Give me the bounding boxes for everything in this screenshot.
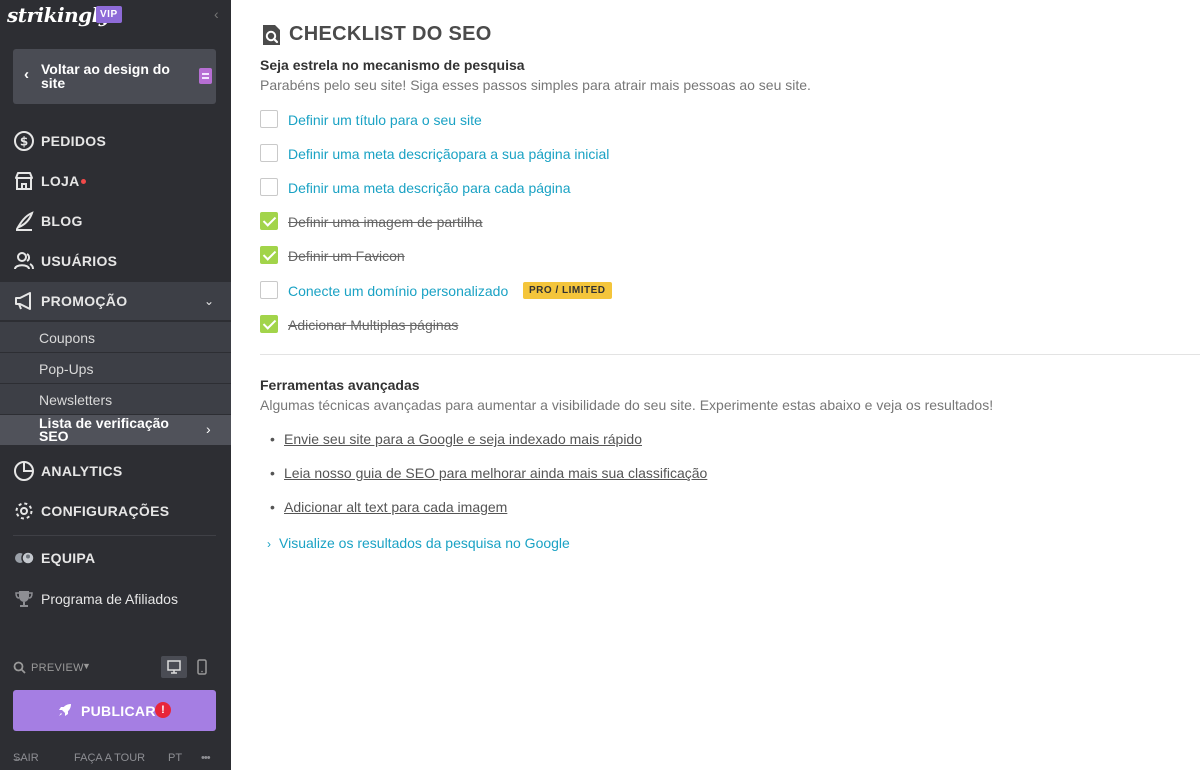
checkbox[interactable] (260, 281, 278, 299)
checklist-label-done: Adicionar Multiplas páginas (288, 317, 459, 333)
advanced-description: Algumas técnicas avançadas para aumentar… (260, 397, 994, 413)
nav-item-loja[interactable]: LOJA (0, 162, 231, 200)
sub-item-label: Coupons (39, 330, 96, 346)
sub-item-newsletters[interactable]: Newsletters (0, 384, 231, 414)
notification-dot (81, 179, 86, 184)
megaphone-icon (13, 290, 35, 312)
nav-item-afiliados[interactable]: Programa de Afiliados (0, 580, 231, 618)
pie-chart-icon (13, 460, 35, 482)
nav-label: CONFIGURAÇÕES (41, 503, 170, 519)
sub-item-popups[interactable]: Pop-Ups (0, 353, 231, 383)
section-description: Parabéns pelo seu site! Siga esses passo… (260, 77, 811, 93)
page-title: CHECKLIST DO SEO (289, 23, 492, 45)
mobile-icon (197, 659, 207, 675)
gear-icon (13, 500, 35, 522)
language-selector[interactable]: PT (168, 752, 182, 764)
nav-item-pedidos[interactable]: $ PEDIDOS (0, 122, 231, 160)
collapse-sidebar-icon[interactable]: ‹ (214, 6, 219, 22)
nav-item-promocao[interactable]: PROMOÇÃO ⌄ (0, 282, 231, 320)
sidebar: strikingly VIP ‹ ‹ Voltar ao design do s… (0, 0, 231, 770)
desktop-icon (167, 660, 181, 674)
checklist-link[interactable]: Definir um título para o seu site (288, 112, 482, 128)
advanced-link-text[interactable]: Envie seu site para a Google e seja inde… (284, 431, 642, 447)
chevron-left-icon: ‹ (24, 66, 29, 83)
pro-limited-badge: PRO / LIMITED (523, 282, 612, 299)
advanced-heading: Ferramentas avançadas (260, 377, 420, 393)
trophy-icon (13, 588, 35, 610)
page-document-icon (199, 68, 212, 84)
chevron-right-icon: › (206, 421, 211, 437)
search-icon (13, 661, 26, 674)
bullet: • (270, 431, 275, 447)
nav-label: Programa de Afiliados (41, 591, 178, 607)
back-to-design-button[interactable]: ‹ Voltar ao design do site (13, 49, 216, 104)
checkbox[interactable] (260, 110, 278, 128)
nav-item-blog[interactable]: BLOG (0, 202, 231, 240)
sign-out-label: SAIR (13, 752, 39, 764)
checkbox-checked[interactable] (260, 246, 278, 264)
rocket-icon (59, 704, 71, 716)
sidebar-divider (13, 535, 216, 536)
bullet: • (270, 465, 275, 481)
nav-label: EQUIPA (41, 550, 96, 566)
checkbox[interactable] (260, 178, 278, 196)
checkbox-checked[interactable] (260, 212, 278, 230)
checklist-link[interactable]: Conecte um domínio personalizado (288, 283, 508, 299)
sub-item-label: Pop-Ups (39, 361, 94, 377)
preview-label: PREVIEW (31, 662, 84, 674)
more-options-icon[interactable]: ••• (201, 752, 211, 764)
chevron-right-icon: › (267, 537, 271, 551)
checkbox-checked[interactable] (260, 315, 278, 333)
checklist-link[interactable]: Definir uma meta descriçãopara a sua pág… (288, 146, 609, 162)
team-avatars-icon (13, 547, 35, 569)
nav-label: ANALYTICS (41, 463, 123, 479)
nav-label: LOJA (41, 173, 80, 189)
section-divider (260, 354, 1200, 355)
dollar-circle-icon: $ (13, 130, 35, 152)
section-heading: Seja estrela no mecanismo de pesquisa (260, 57, 525, 73)
users-icon (13, 250, 35, 272)
store-icon (13, 170, 35, 192)
google-preview-toggle[interactable]: › Visualize os resultados da pesquisa no … (267, 535, 570, 551)
publish-label: PUBLICAR (81, 703, 156, 719)
sidebar-header: strikingly VIP ‹ (0, 0, 231, 32)
caret-down-icon: ▼ (82, 661, 91, 671)
sidebar-footer: ← SAIR FAÇA A TOUR PT ••• (0, 752, 231, 770)
mobile-preview-button[interactable] (193, 656, 211, 678)
nav-label: USUÁRIOS (41, 253, 118, 269)
seo-search-document-icon (263, 25, 280, 45)
sub-item-label: Lista de verificação SEO (39, 415, 169, 444)
sub-item-label: Newsletters (39, 392, 113, 408)
desktop-preview-button[interactable] (161, 656, 187, 678)
svg-text:$: $ (20, 135, 28, 149)
google-preview-label: Visualize os resultados da pesquisa no G… (279, 535, 570, 551)
nav-label: BLOG (41, 213, 83, 229)
advanced-link-text[interactable]: Adicionar alt text para cada imagem (284, 499, 507, 515)
vip-badge: VIP (96, 6, 122, 23)
nav-label: PEDIDOS (41, 133, 107, 149)
nav-item-configuracoes[interactable]: CONFIGURAÇÕES (0, 492, 231, 530)
alert-icon: ! (155, 702, 171, 718)
advanced-link-text[interactable]: Leia nosso guia de SEO para melhorar ain… (284, 465, 707, 481)
checkbox[interactable] (260, 144, 278, 162)
nav-item-usuarios[interactable]: USUÁRIOS (0, 242, 231, 280)
bullet: • (270, 499, 275, 515)
quill-pen-icon (13, 210, 35, 232)
take-tour-link[interactable]: FAÇA A TOUR (74, 752, 145, 764)
sub-item-coupons[interactable]: Coupons (0, 322, 231, 352)
nav-item-analytics[interactable]: ANALYTICS (0, 452, 231, 490)
checklist-label-done: Definir um Favicon (288, 248, 405, 264)
nav-label: PROMOÇÃO (41, 293, 128, 309)
strikingly-logo[interactable]: strikingly (7, 3, 110, 27)
main-content: CHECKLIST DO SEO Seja estrela no mecanis… (231, 0, 1200, 770)
checklist-link[interactable]: Definir uma meta descrição para cada pág… (288, 180, 571, 196)
back-to-design-label: Voltar ao design do site (41, 61, 170, 91)
checklist-label-done: Definir uma imagem de partilha (288, 214, 483, 230)
chevron-down-icon: ⌄ (204, 294, 215, 308)
nav-item-equipa[interactable]: EQUIPA (0, 539, 231, 577)
sub-item-seo-checklist[interactable]: Lista de verificação SEO › (0, 415, 231, 445)
publish-button[interactable]: PUBLICAR ! (13, 690, 216, 731)
